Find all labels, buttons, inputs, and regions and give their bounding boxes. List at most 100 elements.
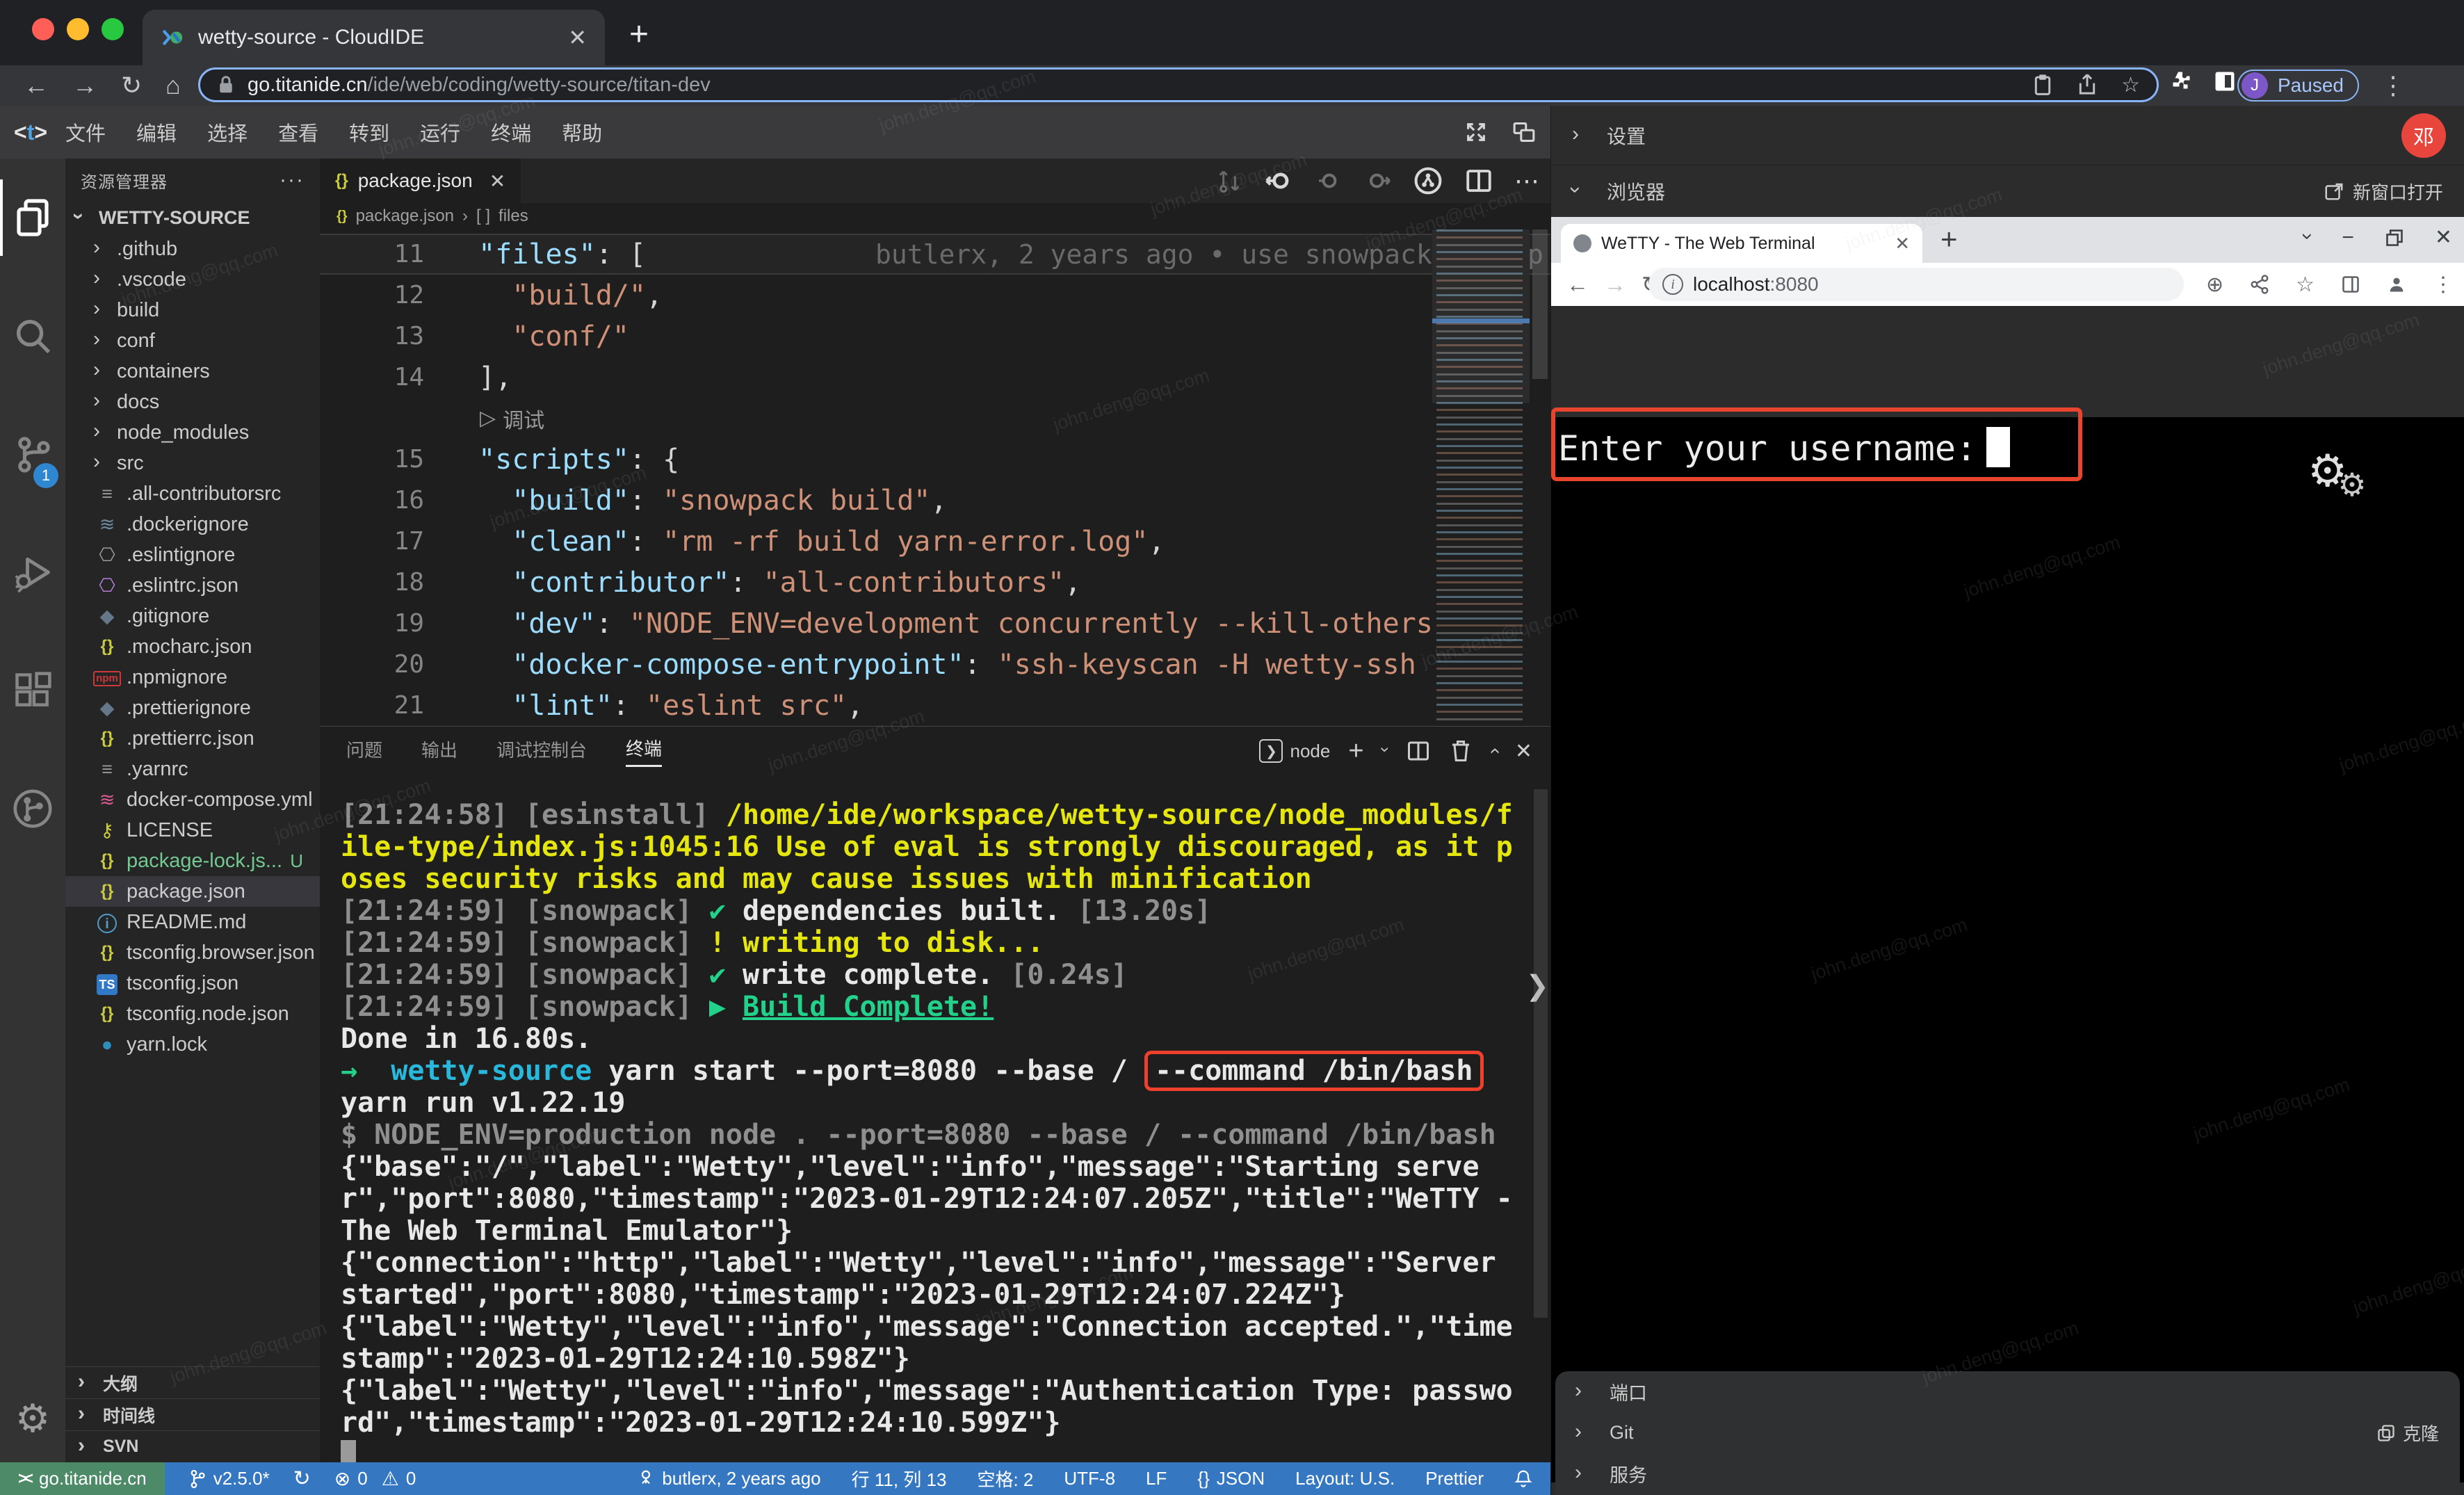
split-editor-icon[interactable] (1464, 166, 1493, 195)
tree-item-tsconfig.browser.json[interactable]: {}tsconfig.browser.json (65, 937, 320, 968)
sidebar-section-时间线[interactable]: ›时间线 (65, 1398, 320, 1430)
tree-item-package-lock.js...[interactable]: {}package-lock.js...U (65, 846, 320, 876)
embedded-bookmark-icon[interactable]: ☆ (2296, 273, 2315, 297)
tree-item-.prettierrc.json[interactable]: {}.prettierrc.json (65, 723, 320, 754)
embedded-profile-icon[interactable] (2387, 275, 2406, 294)
embedded-restore-icon[interactable] (2385, 228, 2404, 248)
terminal-shell-select[interactable]: ❯node (1259, 739, 1330, 763)
embedded-tab-close-icon[interactable]: ✕ (1895, 233, 1910, 254)
breadcrumb-node[interactable]: files (499, 207, 528, 226)
tree-item-yarn.lock[interactable]: ●yarn.lock (65, 1029, 320, 1060)
tree-item-docker-compose.yml[interactable]: ≋docker-compose.yml (65, 784, 320, 815)
tree-item-.gitignore[interactable]: ◆.gitignore (65, 601, 320, 631)
tree-item-.vscode[interactable]: ›.vscode (65, 264, 320, 295)
tree-item-.npmignore[interactable]: npm.npmignore (65, 662, 320, 693)
tree-item-.eslintrc.json[interactable]: ⎔.eslintrc.json (65, 570, 320, 601)
tree-item-node_modules[interactable]: ›node_modules (65, 417, 320, 448)
embedded-new-tab-button[interactable]: + (1940, 223, 1958, 256)
editor-tab-packagejson[interactable]: {} package.json ✕ (320, 159, 521, 203)
clipboard-icon[interactable] (2032, 73, 2053, 97)
keyboard-layout[interactable]: Layout: U.S. (1295, 1468, 1395, 1489)
fullscreen-icon[interactable] (1464, 120, 1488, 144)
code-line-15[interactable]: 15 "scripts": { (320, 439, 1550, 480)
tree-item-.mocharc.json[interactable]: {}.mocharc.json (65, 631, 320, 662)
back-icon[interactable]: ← (24, 71, 49, 100)
address-bar[interactable]: go.titanide.cn/ide/web/coding/wetty-sour… (198, 67, 2159, 102)
menu-item-查看[interactable]: 查看 (278, 123, 318, 145)
settings-gear-icon[interactable]: ⚙ (0, 1387, 65, 1450)
tree-item-tsconfig.json[interactable]: TStsconfig.json (65, 968, 320, 999)
branch-indicator[interactable]: v2.5.0* (188, 1468, 270, 1489)
tree-item-package.json[interactable]: {}package.json (65, 876, 320, 907)
panel-tab-终端[interactable]: 终端 (626, 735, 662, 767)
tree-root[interactable]: › WETTY-SOURCE (65, 202, 320, 234)
code-line-21[interactable]: 21 "lint": "eslint src", (320, 685, 1550, 726)
menu-item-帮助[interactable]: 帮助 (562, 123, 602, 145)
remote-indicator[interactable]: >< go.titanide.cn (0, 1462, 165, 1495)
right-section-端口[interactable]: ›端口 (1555, 1371, 2460, 1412)
kill-terminal-trash-icon[interactable] (1449, 738, 1473, 763)
activitybar-run-debug[interactable] (0, 513, 65, 631)
terminal-output[interactable]: [21:24:58] [esinstall] /home/ide/workspa… (341, 799, 1523, 1455)
prev-change-icon[interactable] (1264, 165, 1295, 196)
settings-section-header[interactable]: › 设置 邓 (1551, 106, 2464, 165)
maximize-panel-icon[interactable]: › (1491, 740, 1497, 762)
codelens-debug[interactable]: ▷调试 (320, 398, 1550, 439)
menu-item-运行[interactable]: 运行 (420, 123, 460, 145)
language-mode[interactable]: {}JSON (1197, 1468, 1265, 1489)
notifications-bell[interactable] (1514, 1469, 1532, 1489)
eol[interactable]: LF (1146, 1468, 1167, 1489)
zoom-icon[interactable]: ⊕ (2206, 273, 2223, 297)
tree-item-.all-contributorsrc[interactable]: ≡.all-contributorsrc (65, 478, 320, 509)
editor-scrollbar[interactable] (1530, 229, 1550, 725)
window-maximize-button[interactable] (102, 18, 124, 40)
breadcrumb-file[interactable]: package.json (356, 207, 454, 226)
activitybar-svn[interactable] (0, 750, 65, 868)
open-new-window-button[interactable]: 新窗口打开 (2324, 179, 2443, 204)
clone-button[interactable]: 克隆 (2376, 1420, 2439, 1446)
code-line-14[interactable]: 14 ], (320, 357, 1550, 398)
bookmark-star-icon[interactable]: ☆ (2121, 73, 2140, 97)
menu-item-终端[interactable]: 终端 (491, 123, 531, 145)
panel-tab-问题[interactable]: 问题 (346, 736, 382, 766)
indentation[interactable]: 空格: 2 (977, 1466, 1033, 1492)
breadcrumb[interactable]: {} package.json › [ ] files (320, 203, 1550, 229)
code-line-18[interactable]: 18 "contributor": "all-contributors", (320, 562, 1550, 603)
code-line-12[interactable]: 12 "build/", (320, 275, 1550, 316)
tree-item-.prettierignore[interactable]: ◆.prettierignore (65, 693, 320, 723)
menu-item-选择[interactable]: 选择 (207, 123, 248, 145)
tab-close-icon[interactable]: ✕ (568, 24, 587, 51)
tree-item-.eslintignore[interactable]: ⎔.eslintignore (65, 540, 320, 570)
cursor-position[interactable]: 行 11, 列 13 (852, 1466, 947, 1492)
extensions-puzzle-icon[interactable] (2168, 69, 2193, 94)
code-line-19[interactable]: 19 "dev": "NODE_ENV=development concurre… (320, 603, 1550, 644)
layout-windows-icon[interactable] (1511, 120, 1537, 144)
activitybar-source-control[interactable]: 1 (0, 395, 65, 513)
user-avatar[interactable]: 邓 (2401, 113, 2446, 158)
explorer-more-icon[interactable]: ··· (279, 168, 305, 192)
tree-item-README.md[interactable]: iREADME.md (65, 907, 320, 937)
terminal-scrollbar[interactable] (1531, 789, 1550, 1387)
formatter[interactable]: Prettier (1425, 1468, 1484, 1489)
tree-item-docs[interactable]: ›docs (65, 387, 320, 417)
next-change-icon[interactable] (1364, 167, 1392, 195)
sync-indicator[interactable]: ↻ (293, 1466, 311, 1491)
code-line-13[interactable]: 13 "conf/" (320, 316, 1550, 357)
forward-icon[interactable]: → (72, 71, 97, 100)
browser-tab[interactable]: wetty-source - CloudIDE ✕ (143, 10, 605, 65)
home-icon[interactable]: ⌂ (165, 71, 181, 100)
timeline-icon[interactable] (1413, 165, 1443, 196)
embedded-forward-icon[interactable]: → (1604, 272, 1626, 298)
problems-indicator[interactable]: ⊗0 ⚠0 (334, 1467, 416, 1490)
panel-tab-输出[interactable]: 输出 (421, 736, 457, 766)
code-line-17[interactable]: 17 "clean": "rm -rf build yarn-error.log… (320, 521, 1550, 562)
code-line-11[interactable]: 11 "files": [butlerx, 2 years ago • use … (320, 234, 1550, 275)
window-minimize-button[interactable] (67, 18, 89, 40)
activitybar-extensions[interactable] (0, 631, 65, 750)
tree-item-.github[interactable]: ›.github (65, 234, 320, 264)
sidebar-section-SVN[interactable]: ›SVN (65, 1430, 320, 1462)
compare-changes-icon[interactable] (1215, 167, 1243, 195)
embedded-address-bar[interactable]: i localhost:8080 (1648, 268, 2184, 301)
embedded-sidepanel-icon[interactable] (2341, 275, 2360, 294)
embedded-share-icon[interactable] (2250, 274, 2269, 295)
